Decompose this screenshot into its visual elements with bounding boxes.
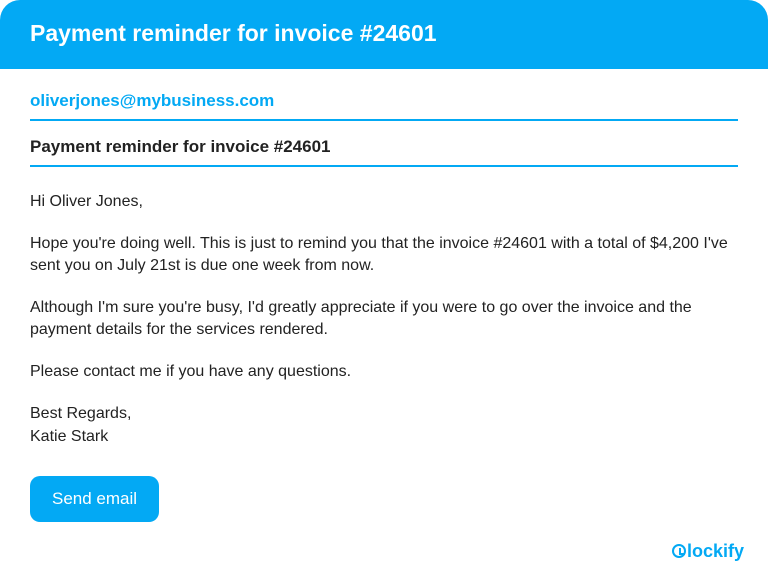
- body-paragraph-1: Hope you're doing well. This is just to …: [30, 233, 738, 277]
- subject-field[interactable]: Payment reminder for invoice #24601: [30, 121, 738, 167]
- brand-logo: lockify: [672, 541, 744, 562]
- header-title: Payment reminder for invoice #24601: [30, 20, 437, 46]
- send-email-button[interactable]: Send email: [30, 476, 159, 522]
- recipient-field[interactable]: oliverjones@mybusiness.com: [30, 91, 738, 121]
- brand-text: lockify: [687, 541, 744, 561]
- greeting-text: Hi Oliver Jones,: [30, 191, 738, 213]
- email-compose-card: Payment reminder for invoice #24601 oliv…: [0, 0, 768, 576]
- email-body[interactable]: Hi Oliver Jones, Hope you're doing well.…: [30, 167, 738, 448]
- body-paragraph-3: Please contact me if you have any questi…: [30, 361, 738, 383]
- clock-icon: [672, 544, 686, 558]
- card-content: oliverjones@mybusiness.com Payment remin…: [0, 69, 768, 522]
- signoff-name: Katie Stark: [30, 426, 738, 448]
- signoff-regards: Best Regards,: [30, 403, 738, 425]
- body-paragraph-2: Although I'm sure you're busy, I'd great…: [30, 297, 738, 341]
- signoff-block: Best Regards, Katie Stark: [30, 403, 738, 447]
- card-header: Payment reminder for invoice #24601: [0, 0, 768, 69]
